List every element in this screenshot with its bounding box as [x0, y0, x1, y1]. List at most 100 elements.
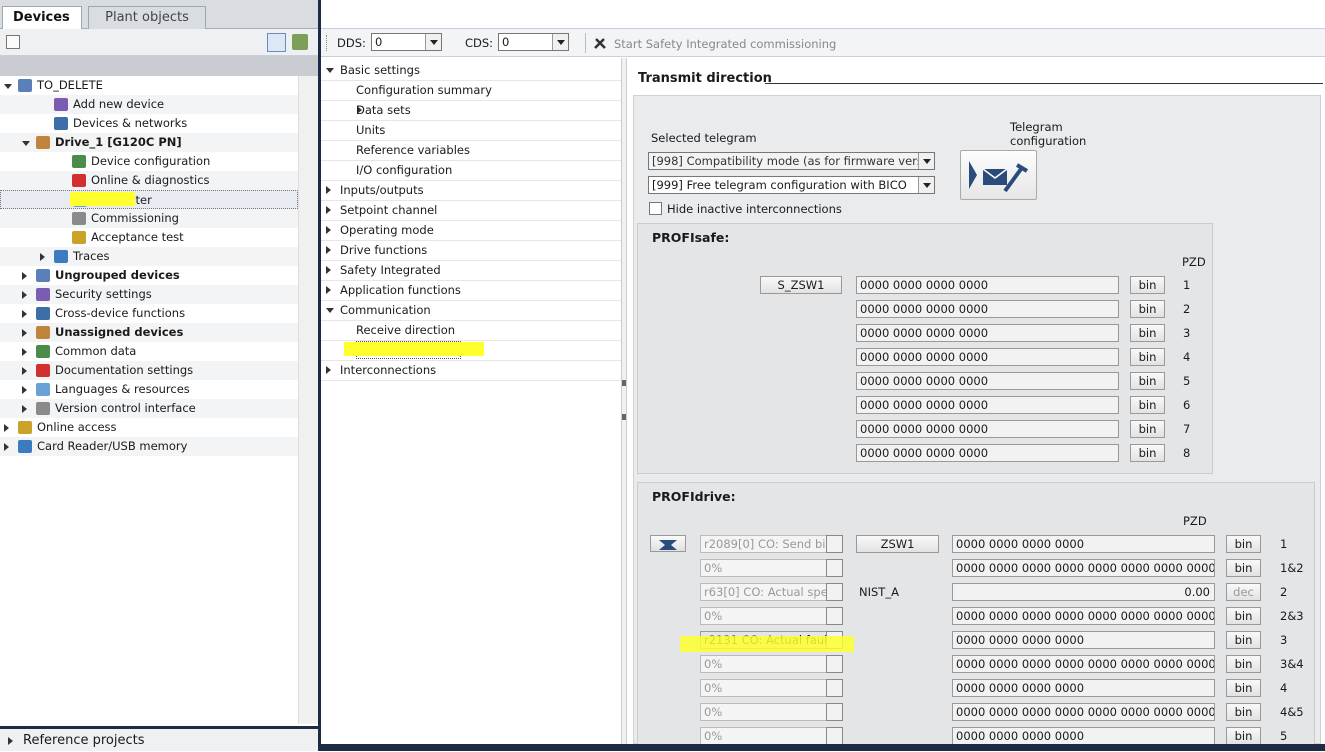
nav-item[interactable]: Communication — [321, 300, 621, 320]
tree-item[interactable]: Version control interface — [0, 399, 298, 418]
tree-item[interactable]: Devices & networks — [0, 114, 298, 133]
expand-icon[interactable] — [4, 443, 9, 451]
format-button[interactable]: bin — [1226, 559, 1261, 577]
expand-icon[interactable] — [22, 386, 27, 394]
tree-item[interactable]: Common data — [0, 342, 298, 361]
tools-icon[interactable] — [593, 36, 607, 50]
collapse-icon[interactable] — [4, 84, 12, 89]
format-button[interactable]: bin — [1130, 276, 1165, 294]
nav-item[interactable]: Basic settings — [321, 60, 621, 80]
signal-source-field[interactable]: 0% — [700, 703, 827, 721]
format-button[interactable]: bin — [1226, 727, 1261, 745]
tree-item[interactable]: Card Reader/USB memory — [0, 437, 298, 456]
tab-devices[interactable]: Devices — [2, 6, 82, 30]
nav-item[interactable]: Drive functions — [321, 240, 621, 260]
cds-select[interactable]: 0 — [498, 33, 569, 51]
expand-icon[interactable] — [8, 737, 13, 745]
tree-item[interactable]: Traces — [0, 247, 298, 266]
nav-item[interactable]: Inputs/outputs — [321, 180, 621, 200]
format-button[interactable]: bin — [1226, 655, 1261, 673]
expand-icon[interactable] — [326, 266, 331, 274]
dds-select[interactable]: 0 — [371, 33, 442, 51]
expand-icon[interactable] — [22, 405, 27, 413]
interconnect-button[interactable] — [826, 559, 843, 577]
signal-source-field[interactable]: r2089[0] CO: Send bir — [700, 535, 827, 553]
tree-item[interactable]: Commissioning — [0, 209, 298, 228]
format-button[interactable]: dec — [1226, 583, 1261, 601]
tree-item[interactable]: Device configuration — [0, 152, 298, 171]
tree-item[interactable]: Parameter — [0, 190, 298, 209]
tree-item[interactable]: Drive_1 [G120C PN] — [0, 133, 298, 152]
interconnect-button[interactable] — [826, 607, 843, 625]
telegram-compat-select[interactable]: [998] Compatibility mode (as for firmwar… — [648, 152, 935, 170]
nav-item[interactable]: Application functions — [321, 280, 621, 300]
tree-item[interactable]: Documentation settings — [0, 361, 298, 380]
telegram-config-button[interactable] — [960, 150, 1037, 200]
tree-item[interactable]: Add new device — [0, 95, 298, 114]
tree-item[interactable]: TO_DELETE — [0, 76, 298, 95]
telegram-arrow-button[interactable] — [650, 535, 686, 552]
tree-item[interactable]: Acceptance test — [0, 228, 298, 247]
format-button[interactable]: bin — [1130, 372, 1165, 390]
safety-commissioning-button[interactable]: Start Safety Integrated commissioning — [614, 37, 836, 51]
signal-source-field[interactable]: 0% — [700, 655, 827, 673]
signal-source-field[interactable]: 0% — [700, 607, 827, 625]
properties-icon[interactable] — [6, 35, 20, 49]
collapse-icon[interactable] — [22, 141, 30, 146]
format-button[interactable]: bin — [1130, 420, 1165, 438]
nav-item[interactable]: Operating mode — [321, 220, 621, 240]
hide-inactive-checkbox[interactable] — [649, 202, 662, 215]
nav-item[interactable]: Receive direction — [321, 320, 621, 340]
signal-source-field[interactable]: 0% — [700, 559, 827, 577]
collapse-left-icon[interactable] — [622, 380, 626, 386]
tree-item[interactable]: Languages & resources — [0, 380, 298, 399]
expand-icon[interactable] — [22, 291, 27, 299]
nav-item[interactable]: Units — [321, 120, 621, 140]
format-button[interactable]: bin — [1226, 679, 1261, 697]
interconnect-button[interactable] — [826, 583, 843, 601]
format-button[interactable]: bin — [1130, 324, 1165, 342]
signal-source-field[interactable]: r63[0] CO: Actual spec — [700, 583, 827, 601]
format-button[interactable]: bin — [1226, 631, 1261, 649]
expand-icon[interactable] — [326, 186, 331, 194]
export-icon[interactable] — [292, 34, 308, 50]
tree-scrollbar[interactable] — [298, 76, 318, 724]
collapse-icon[interactable] — [326, 308, 334, 313]
collapse-icon[interactable] — [326, 68, 334, 73]
interconnect-button[interactable] — [826, 727, 843, 745]
interconnect-button[interactable] — [826, 535, 843, 553]
tree-item[interactable]: Security settings — [0, 285, 298, 304]
expand-icon[interactable] — [4, 424, 9, 432]
format-button[interactable]: bin — [1226, 703, 1261, 721]
format-button[interactable]: bin — [1130, 348, 1165, 366]
format-button[interactable]: bin — [1130, 444, 1165, 462]
interconnect-button[interactable] — [826, 679, 843, 697]
nav-item[interactable]: Interconnections — [321, 360, 621, 380]
nav-item[interactable]: Data sets — [321, 100, 621, 120]
reference-projects-panel[interactable]: Reference projects — [0, 726, 318, 751]
tree-item[interactable]: Ungrouped devices — [0, 266, 298, 285]
telegram-select[interactable]: [999] Free telegram configuration with B… — [648, 176, 935, 194]
expand-icon[interactable] — [22, 329, 27, 337]
tree-item[interactable]: Cross-device functions — [0, 304, 298, 323]
nav-item[interactable]: Setpoint channel — [321, 200, 621, 220]
format-button[interactable]: bin — [1226, 535, 1261, 553]
expand-icon[interactable] — [22, 310, 27, 318]
format-button[interactable]: bin — [1226, 607, 1261, 625]
nav-item[interactable]: I/O configuration — [321, 160, 621, 180]
tab-plant-objects[interactable]: Plant objects — [88, 6, 206, 29]
details-view-icon[interactable] — [267, 33, 286, 52]
expand-icon[interactable] — [326, 286, 331, 294]
tree-item[interactable]: Online & diagnostics — [0, 171, 298, 190]
expand-icon[interactable] — [22, 367, 27, 375]
format-button[interactable]: bin — [1130, 300, 1165, 318]
tree-item[interactable]: Unassigned devices — [0, 323, 298, 342]
signal-source-field[interactable]: 0% — [700, 727, 827, 745]
collapse-right-icon[interactable] — [622, 414, 626, 420]
signal-source-field[interactable]: 0% — [700, 679, 827, 697]
expand-icon[interactable] — [326, 226, 331, 234]
nav-item[interactable]: Safety Integrated — [321, 260, 621, 280]
interconnect-button[interactable] — [826, 655, 843, 673]
expand-icon[interactable] — [326, 366, 331, 374]
signal-button[interactable]: ZSW1 — [856, 535, 939, 553]
